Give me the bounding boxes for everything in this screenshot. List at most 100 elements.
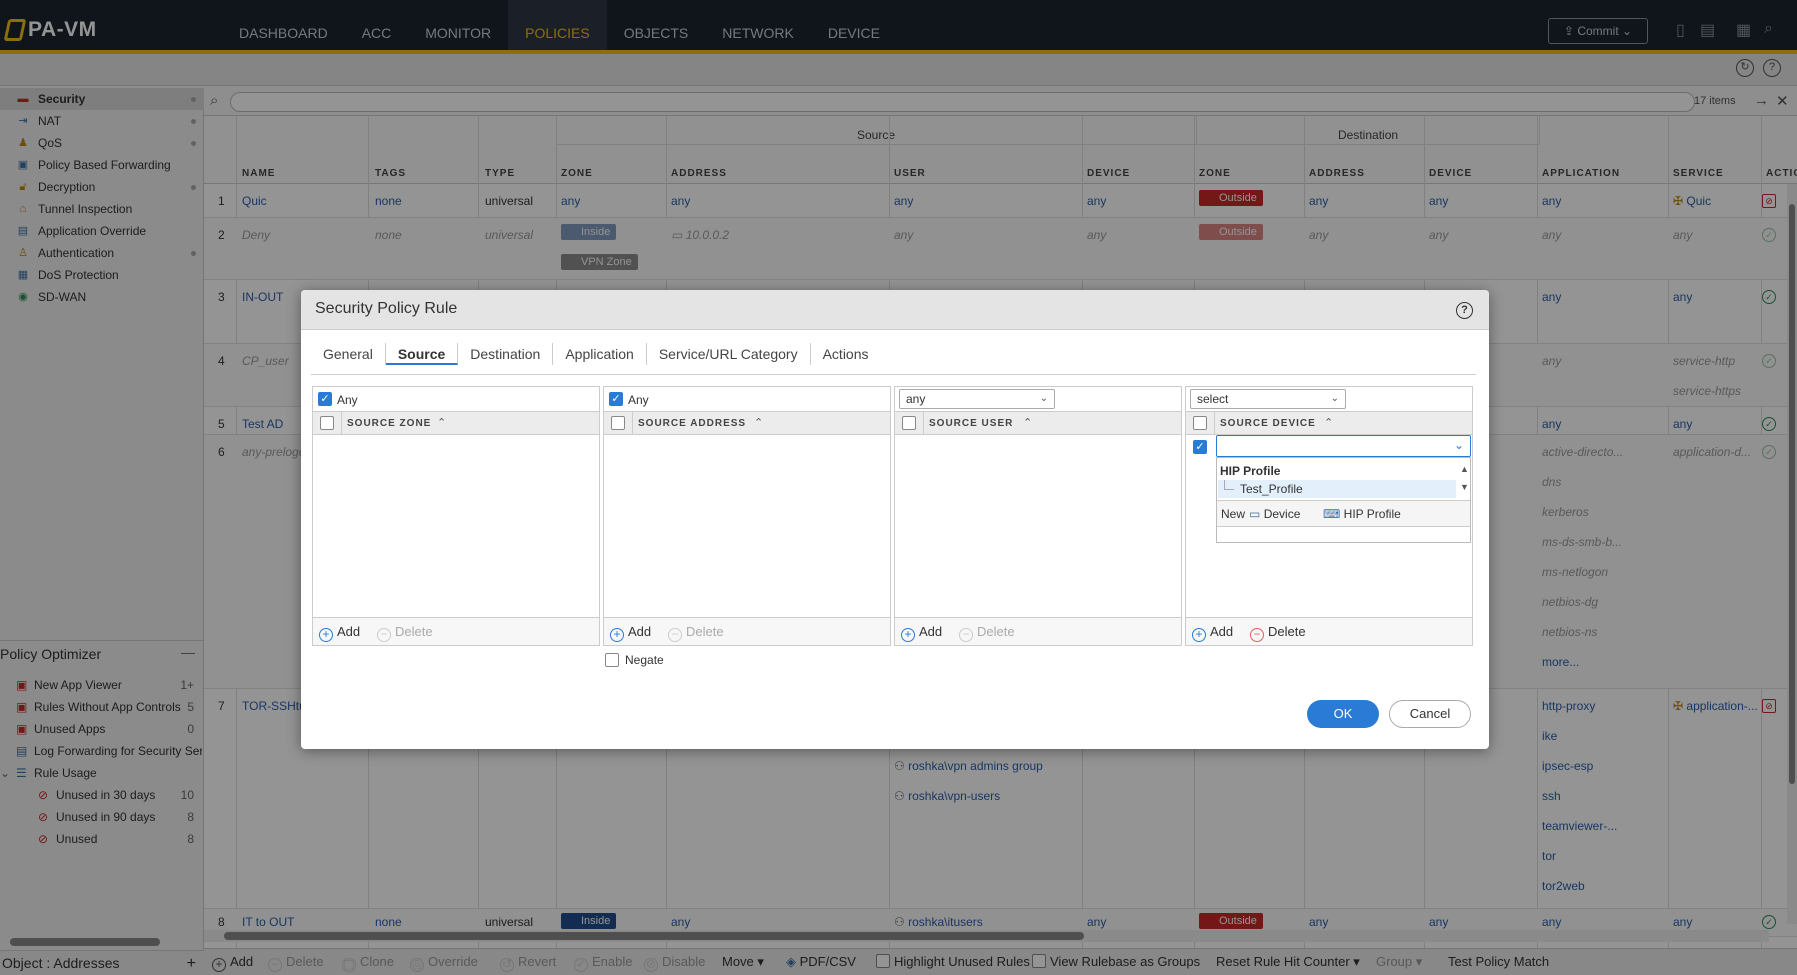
panel-header: SOURCE ADDRESS ⌃ (604, 411, 890, 435)
help-icon[interactable]: ? (1456, 302, 1473, 319)
select-all-checkbox[interactable] (902, 416, 916, 430)
any-zone-checkbox[interactable]: ✓ (318, 392, 332, 406)
sort-asc-icon[interactable]: ⌃ (1324, 416, 1333, 429)
chevron-down-icon: ⌄ (1330, 393, 1339, 404)
select-all-checkbox[interactable] (1193, 416, 1207, 430)
scroll-down-icon[interactable]: ▼ (1460, 482, 1469, 492)
any-zone-label: Any (337, 393, 358, 407)
tree-line (1224, 480, 1234, 490)
any-address-checkbox[interactable]: ✓ (609, 392, 623, 406)
delete-icon: − (668, 628, 682, 642)
column-header[interactable]: SOURCE ADDRESS (638, 418, 746, 429)
add-icon: + (610, 628, 624, 642)
hip-profile-icon: ⌨ (1323, 507, 1341, 521)
panel-top: select ⌄ (1186, 387, 1472, 411)
delete-icon: − (377, 628, 391, 642)
panel-top: ✓ Any (313, 387, 599, 411)
add-icon: + (1192, 628, 1206, 642)
delete-device-button[interactable]: − Delete (1250, 624, 1306, 642)
dialog-title: Security Policy Rule (315, 300, 458, 317)
negate-checkbox[interactable] (605, 653, 619, 667)
button-label: Add (1210, 624, 1234, 639)
button-label: Delete (977, 624, 1015, 639)
button-label: HIP Profile (1343, 507, 1401, 521)
ok-button[interactable]: OK (1307, 700, 1379, 728)
panel-footer: + Add − Delete (313, 617, 599, 645)
dropdown-new-bar: New ▭ Device ⌨ HIP Profile (1217, 501, 1470, 527)
button-label: Delete (1268, 624, 1306, 639)
delete-zone-button[interactable]: − Delete (377, 624, 433, 642)
device-dropdown-list: HIP Profile Test_Profile ▲ ▼ New ▭ Devic… (1216, 457, 1471, 543)
source-user-panel: any ⌄ SOURCE USER ⌃ + Add − Delete (894, 386, 1182, 646)
tab-application[interactable]: Application (553, 343, 647, 365)
select-value: select (1197, 392, 1229, 406)
button-label: Delete (395, 624, 433, 639)
button-label: Delete (686, 624, 724, 639)
scroll-up-icon[interactable]: ▲ (1460, 464, 1469, 474)
source-device-select[interactable]: select ⌄ (1190, 389, 1346, 409)
add-user-button[interactable]: + Add (901, 624, 942, 642)
divider (1214, 412, 1215, 434)
tab-general[interactable]: General (311, 343, 386, 365)
new-label: New (1221, 507, 1246, 521)
dialog-tabs: General Source Destination Application S… (311, 343, 881, 365)
select-all-checkbox[interactable] (320, 416, 334, 430)
new-hip-profile-button[interactable]: ⌨ HIP Profile (1323, 507, 1401, 521)
button-label: Add (919, 624, 943, 639)
panel-header: SOURCE USER ⌃ (895, 411, 1181, 435)
select-value: any (906, 392, 926, 406)
tab-actions[interactable]: Actions (811, 343, 881, 365)
device-row-checkbox[interactable]: ✓ (1193, 440, 1207, 454)
add-icon: + (319, 628, 333, 642)
add-zone-button[interactable]: + Add (319, 624, 360, 642)
new-device-button[interactable]: ▭ Device (1249, 507, 1300, 521)
dropdown-group-label: HIP Profile (1220, 464, 1281, 478)
add-device-button[interactable]: + Add (1192, 624, 1233, 642)
tab-service-url[interactable]: Service/URL Category (647, 343, 811, 365)
source-address-panel: ✓ Any SOURCE ADDRESS ⌃ + Add − Delete (603, 386, 891, 646)
security-policy-rule-dialog: Security Policy Rule ? General Source De… (301, 290, 1489, 749)
delete-user-button[interactable]: − Delete (959, 624, 1015, 642)
divider (923, 412, 924, 434)
button-label: Device (1263, 507, 1301, 521)
column-header[interactable]: SOURCE DEVICE (1220, 418, 1316, 429)
delete-address-button[interactable]: − Delete (668, 624, 724, 642)
column-header[interactable]: SOURCE ZONE (347, 418, 431, 429)
select-all-checkbox[interactable] (611, 416, 625, 430)
chevron-down-icon: ⌄ (1039, 393, 1048, 404)
negate-option[interactable]: Negate (605, 653, 664, 667)
panel-header: SOURCE DEVICE ⌃ (1186, 411, 1472, 435)
panel-footer: + Add − Delete (895, 617, 1181, 645)
sort-asc-icon[interactable]: ⌃ (1023, 416, 1032, 429)
sort-asc-icon[interactable]: ⌃ (754, 416, 763, 429)
source-device-combo[interactable]: ⌄ (1216, 435, 1471, 457)
source-zone-panel: ✓ Any SOURCE ZONE ⌃ + Add − Delete (312, 386, 600, 646)
panel-footer: + Add − Delete (1186, 617, 1472, 645)
button-label: Add (628, 624, 652, 639)
button-label: Add (337, 624, 361, 639)
panel-footer: + Add − Delete (604, 617, 890, 645)
app-window: PA-VM DASHBOARD ACC MONITOR POLICIES OBJ… (0, 0, 1797, 975)
chevron-down-icon[interactable]: ⌄ (1454, 438, 1464, 452)
dropdown-option-test-profile[interactable]: Test_Profile (1218, 480, 1456, 498)
divider (341, 412, 342, 434)
any-address-label: Any (628, 393, 649, 407)
delete-icon: − (1250, 628, 1264, 642)
source-device-panel: select ⌄ SOURCE DEVICE ⌃ ✓ ⌄ HIP Profile… (1185, 386, 1473, 646)
cancel-button[interactable]: Cancel (1389, 700, 1471, 728)
delete-icon: − (959, 628, 973, 642)
panel-header: SOURCE ZONE ⌃ (313, 411, 599, 435)
tab-destination[interactable]: Destination (458, 343, 554, 365)
add-address-button[interactable]: + Add (610, 624, 651, 642)
divider (632, 412, 633, 434)
dropdown-option-label: Test_Profile (1240, 482, 1303, 496)
add-icon: + (901, 628, 915, 642)
sort-asc-icon[interactable]: ⌃ (437, 416, 446, 429)
device-icon: ▭ (1249, 507, 1261, 521)
source-user-select[interactable]: any ⌄ (899, 389, 1055, 409)
column-header[interactable]: SOURCE USER (929, 418, 1013, 429)
panel-top: any ⌄ (895, 387, 1181, 411)
tab-source[interactable]: Source (385, 343, 459, 365)
panel-top: ✓ Any (604, 387, 890, 411)
tab-divider (311, 374, 1476, 375)
